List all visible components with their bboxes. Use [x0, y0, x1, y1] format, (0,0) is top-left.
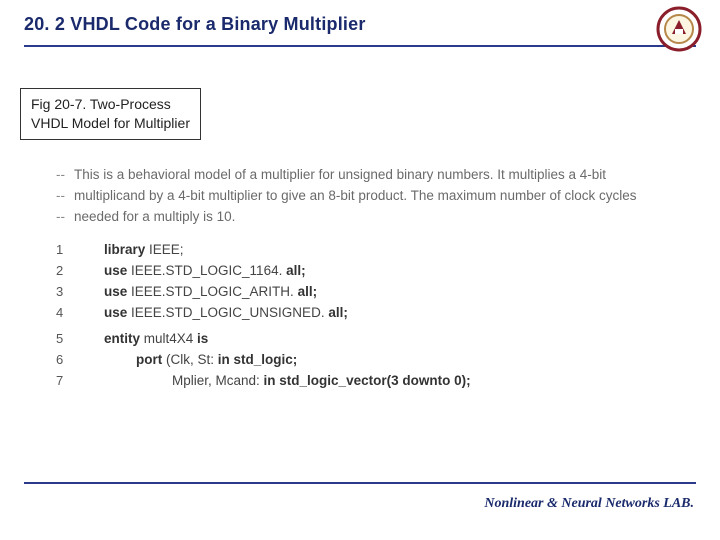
keyword: entity — [104, 331, 144, 346]
code-lines-container: 1library IEEE;2use IEEE.STD_LOGIC_1164. … — [56, 240, 680, 392]
code-text: entity mult4X4 is — [78, 329, 208, 350]
keyword: all; — [328, 305, 348, 320]
footer-divider — [24, 482, 696, 484]
code-text: use IEEE.STD_LOGIC_ARITH. all; — [78, 282, 317, 303]
code-comment: --needed for a multiply is 10. — [56, 207, 680, 228]
line-number: 3 — [56, 282, 78, 302]
line-number: 2 — [56, 261, 78, 281]
line-number: 5 — [56, 329, 78, 349]
identifier: IEEE.STD_LOGIC_ARITH. — [131, 284, 298, 299]
code-text: library IEEE; — [78, 240, 184, 261]
figure-caption-box: Fig 20-7. Two-Process VHDL Model for Mul… — [20, 88, 201, 140]
code-comment: --This is a behavioral model of a multip… — [56, 165, 680, 186]
header-divider — [24, 45, 696, 47]
keyword: in std_logic; — [218, 352, 298, 367]
code-text: Mplier, Mcand: in std_logic_vector(3 dow… — [78, 371, 471, 392]
figure-caption-line: Fig 20-7. Two-Process — [31, 95, 190, 114]
code-listing: --This is a behavioral model of a multip… — [56, 165, 680, 392]
slide-header: 20. 2 VHDL Code for a Binary Multiplier — [0, 0, 720, 39]
code-line: 5entity mult4X4 is — [56, 329, 680, 350]
code-line: 4use IEEE.STD_LOGIC_UNSIGNED. all; — [56, 303, 680, 324]
comment-dash-icon: -- — [56, 165, 74, 186]
code-text: use IEEE.STD_LOGIC_UNSIGNED. all; — [78, 303, 348, 324]
code-line: 6port (Clk, St: in std_logic; — [56, 350, 680, 371]
code-line: 3use IEEE.STD_LOGIC_ARITH. all; — [56, 282, 680, 303]
identifier: IEEE.STD_LOGIC_1164. — [131, 263, 286, 278]
code-comment: --multiplicand by a 4-bit multiplier to … — [56, 186, 680, 207]
identifier: IEEE.STD_LOGIC_UNSIGNED. — [131, 305, 328, 320]
line-number: 6 — [56, 350, 78, 370]
code-text: port (Clk, St: in std_logic; — [78, 350, 297, 371]
keyword: all; — [298, 284, 318, 299]
identifier: (Clk, St: — [166, 352, 218, 367]
keyword: is — [197, 331, 208, 346]
university-logo — [656, 6, 702, 57]
keyword: use — [104, 284, 131, 299]
comment-text: This is a behavioral model of a multipli… — [74, 167, 606, 182]
line-number: 1 — [56, 240, 78, 260]
comment-dash-icon: -- — [56, 186, 74, 207]
comment-text: needed for a multiply is 10. — [74, 209, 235, 224]
code-text: use IEEE.STD_LOGIC_1164. all; — [78, 261, 306, 282]
line-number: 7 — [56, 371, 78, 391]
comment-text: multiplicand by a 4-bit multiplier to gi… — [74, 188, 637, 203]
identifier: IEEE; — [149, 242, 184, 257]
identifier: mult4X4 — [144, 331, 197, 346]
page-title: 20. 2 VHDL Code for a Binary Multiplier — [24, 14, 696, 35]
code-line: 7Mplier, Mcand: in std_logic_vector(3 do… — [56, 371, 680, 392]
seal-icon — [656, 6, 702, 52]
keyword: all; — [286, 263, 306, 278]
keyword: use — [104, 263, 131, 278]
identifier: Mplier, Mcand: — [172, 373, 264, 388]
comment-dash-icon: -- — [56, 207, 74, 228]
code-line: 2use IEEE.STD_LOGIC_1164. all; — [56, 261, 680, 282]
figure-caption-line: VHDL Model for Multiplier — [31, 114, 190, 133]
footer-lab-name: Nonlinear & Neural Networks LAB. — [484, 496, 694, 512]
keyword: use — [104, 305, 131, 320]
keyword: in std_logic_vector(3 downto 0); — [264, 373, 471, 388]
keyword: library — [104, 242, 149, 257]
keyword: port — [136, 352, 166, 367]
line-number: 4 — [56, 303, 78, 323]
code-line: 1library IEEE; — [56, 240, 680, 261]
